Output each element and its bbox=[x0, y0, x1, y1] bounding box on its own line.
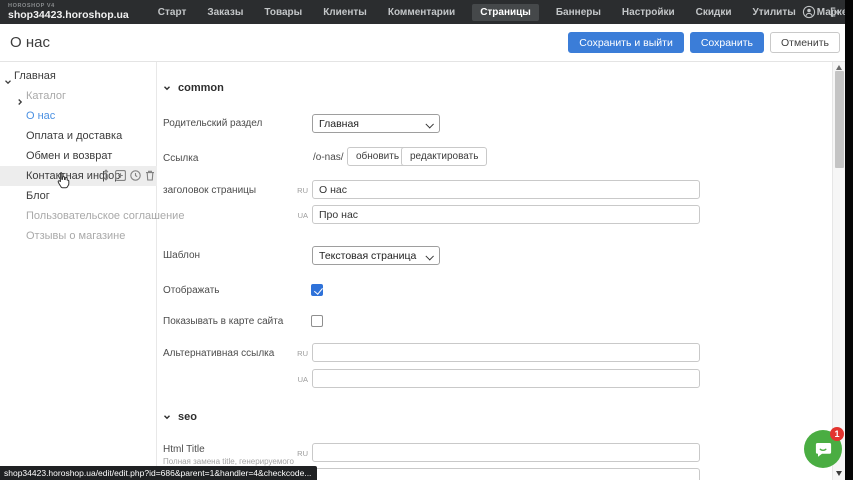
cancel-button[interactable]: Отменить bbox=[770, 32, 840, 53]
chat-unread-badge: 1 bbox=[830, 427, 844, 441]
logo[interactable]: HOROSHOP V4 shop34423.horoshop.ua bbox=[8, 4, 129, 21]
html-title-ru-input[interactable] bbox=[312, 443, 700, 462]
link-label: Ссылка bbox=[163, 153, 198, 164]
sidebar-item-about[interactable]: О нас bbox=[0, 106, 157, 126]
page-title: О нас bbox=[10, 34, 50, 51]
page-title-ua-input[interactable] bbox=[312, 205, 700, 224]
menu-item-orders[interactable]: Заказы bbox=[203, 4, 247, 21]
sidebar-item-catalog[interactable]: Каталог bbox=[0, 86, 157, 106]
sidebar-item-payment-delivery[interactable]: Оплата и доставка bbox=[0, 126, 157, 146]
link-value: /o-nas/ bbox=[313, 152, 344, 163]
chevron-down-icon bbox=[163, 413, 171, 421]
menu-item-pages[interactable]: Страницы bbox=[472, 4, 539, 21]
sidebar-item-exchange-return[interactable]: Обмен и возврат bbox=[0, 146, 157, 166]
html-title-ua-input[interactable] bbox=[312, 468, 700, 480]
menu-item-comments[interactable]: Комментарии bbox=[384, 4, 459, 21]
parent-section-select[interactable]: Главная bbox=[312, 114, 440, 133]
template-select[interactable]: Текстовая страница bbox=[312, 246, 440, 265]
sidebar-item-home[interactable]: Главная bbox=[0, 66, 157, 86]
alt-link-ru-input[interactable] bbox=[312, 343, 700, 362]
sidebar-item-store-reviews[interactable]: Отзывы о магазине bbox=[0, 226, 157, 246]
clock-icon[interactable] bbox=[130, 170, 141, 181]
parent-section-label: Родительский раздел bbox=[163, 118, 262, 129]
menu-item-start[interactable]: Старт bbox=[154, 4, 191, 21]
account-icon[interactable] bbox=[802, 5, 816, 19]
sidebar-item-contact-info[interactable]: Контактная инфор bbox=[0, 166, 157, 186]
save-and-exit-button[interactable]: Сохранить и выйти bbox=[568, 32, 684, 53]
chat-bubble-icon bbox=[813, 439, 834, 460]
logout-icon[interactable] bbox=[827, 5, 841, 19]
display-checkbox[interactable] bbox=[311, 284, 323, 296]
sidebar-item-user-agreement[interactable]: Пользовательское соглашение bbox=[0, 206, 157, 226]
page-title-label: заголовок страницы bbox=[163, 185, 256, 196]
template-label: Шаблон bbox=[163, 250, 200, 261]
menu-item-banners[interactable]: Баннеры bbox=[552, 4, 605, 21]
add-icon[interactable] bbox=[115, 170, 126, 181]
header-buttons: Сохранить и выйти Сохранить Отменить bbox=[568, 32, 840, 53]
admin-screen: HOROSHOP V4 shop34423.horoshop.ua Старт … bbox=[0, 0, 853, 480]
page-header: О нас Сохранить и выйти Сохранить Отмени… bbox=[0, 24, 853, 62]
alt-link-label: Альтернативная ссылка bbox=[163, 348, 274, 359]
html-title-help: Полная замена title, генерируемого bbox=[163, 457, 294, 466]
link-refresh-button[interactable]: обновить bbox=[347, 147, 408, 166]
menu-item-utilities[interactable]: Утилиты bbox=[749, 4, 800, 21]
tree-row-actions bbox=[101, 169, 155, 181]
menu-item-settings[interactable]: Настройки bbox=[618, 4, 679, 21]
logo-domain: shop34423.horoshop.ua bbox=[8, 10, 129, 21]
screen-edge-strip bbox=[845, 0, 853, 480]
ua-badge: UA bbox=[294, 211, 308, 220]
vertical-scrollbar[interactable] bbox=[832, 62, 845, 480]
ru-badge: RU bbox=[294, 186, 308, 195]
topbar: HOROSHOP V4 shop34423.horoshop.ua Старт … bbox=[0, 0, 853, 24]
trash-icon[interactable] bbox=[145, 170, 155, 181]
ua-badge: UA bbox=[294, 375, 308, 384]
page-title-ru-input[interactable] bbox=[312, 180, 700, 199]
scrollbar-thumb[interactable] bbox=[835, 71, 844, 168]
section-common-header[interactable]: common bbox=[163, 82, 224, 94]
scroll-up-arrow-icon[interactable] bbox=[836, 65, 842, 70]
alt-link-ua-input[interactable] bbox=[312, 369, 700, 388]
display-label: Отображать bbox=[163, 285, 219, 296]
topbar-icons bbox=[802, 0, 841, 24]
html-title-label: Html Title bbox=[163, 444, 205, 455]
scroll-down-arrow-icon[interactable] bbox=[836, 471, 842, 476]
sitemap-label: Показывать в карте сайта bbox=[163, 316, 283, 327]
link-edit-button[interactable]: редактировать bbox=[401, 147, 487, 166]
menu-item-products[interactable]: Товары bbox=[260, 4, 306, 21]
page-tree-sidebar: Главная Каталог О нас Оплата и доставка … bbox=[0, 62, 157, 480]
ru-badge: RU bbox=[294, 449, 308, 458]
sitemap-checkbox[interactable] bbox=[311, 315, 323, 327]
save-button[interactable]: Сохранить bbox=[690, 32, 764, 53]
status-bar-url: shop34423.horoshop.ua/edit/edit.php?id=6… bbox=[0, 466, 317, 480]
move-icon[interactable] bbox=[101, 169, 111, 181]
menu-item-discounts[interactable]: Скидки bbox=[692, 4, 736, 21]
ru-badge: RU bbox=[294, 349, 308, 358]
chevron-down-icon bbox=[163, 84, 171, 92]
sidebar-item-blog[interactable]: Блог bbox=[0, 186, 157, 206]
main-menu: Старт Заказы Товары Клиенты Комментарии … bbox=[154, 4, 853, 21]
menu-item-clients[interactable]: Клиенты bbox=[319, 4, 371, 21]
section-seo-header[interactable]: seo bbox=[163, 411, 197, 423]
